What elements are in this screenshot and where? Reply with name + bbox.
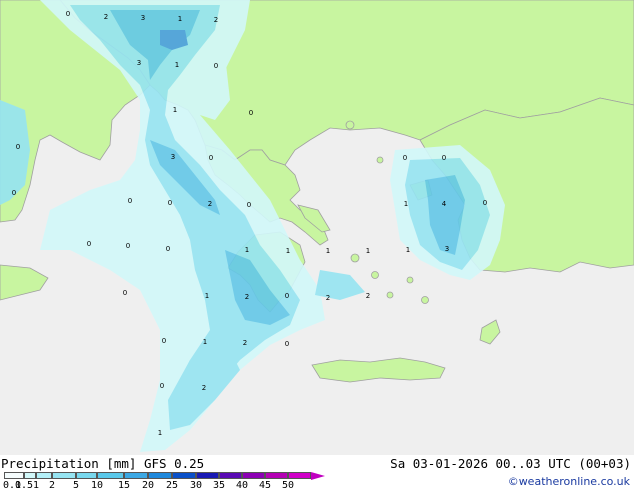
map-label: 4 <box>442 200 447 208</box>
land-island-3 <box>386 291 394 299</box>
map-label: 1 <box>404 200 408 208</box>
map-label: 0 <box>128 197 132 205</box>
land-island-4 <box>406 276 414 284</box>
land-island-5 <box>421 296 429 304</box>
map-label: 2 <box>214 16 218 24</box>
map-label: 0 <box>162 337 166 345</box>
map-label: 3 <box>141 14 145 22</box>
map-label: 0 <box>123 289 127 297</box>
color-scale-swatch <box>148 472 172 479</box>
map-label: 0 <box>16 143 20 151</box>
map-label: 0 <box>209 154 213 162</box>
map-label: 0 <box>168 199 172 207</box>
map-label: 2 <box>104 13 108 21</box>
map-label: 1 <box>406 246 410 254</box>
color-scale-swatch <box>265 472 288 479</box>
map-label: 2 <box>366 292 370 300</box>
color-scale-swatch <box>219 472 242 479</box>
color-scale-swatch <box>76 472 97 479</box>
forecast-datetime: Sa 03-01-2026 00..03 UTC (00+03) <box>390 456 631 471</box>
map-label: 2 <box>326 294 330 302</box>
map-label: 0 <box>214 62 218 70</box>
color-scale-arrow <box>311 471 325 480</box>
map-label: 2 <box>243 339 247 347</box>
map-label: 1 <box>245 246 249 254</box>
map-label: 0 <box>247 201 251 209</box>
map-label: 0 <box>66 10 70 18</box>
map-label: 0 <box>285 340 289 348</box>
color-scale-swatch <box>24 472 36 479</box>
land-island-2 <box>371 271 379 279</box>
color-scale-swatch <box>172 472 196 479</box>
map-label: 1 <box>158 429 162 437</box>
map-label: 0 <box>249 109 253 117</box>
map-label: 2 <box>202 384 206 392</box>
legend-panel: Precipitation [mm] GFS 0.25 Sa 03-01-202… <box>0 455 634 491</box>
color-scale-swatch <box>52 472 76 479</box>
map-label: 2 <box>208 200 212 208</box>
color-scale-swatch <box>124 472 148 479</box>
map-label: 1 <box>178 15 182 23</box>
map-label: 3 <box>137 59 141 67</box>
land-island-7 <box>376 156 384 164</box>
map-label: 1 <box>366 247 370 255</box>
map-label: 1 <box>203 338 207 346</box>
map-label: 2 <box>245 293 249 301</box>
land-island-1 <box>350 253 360 263</box>
map-label: 1 <box>286 247 290 255</box>
color-scale-swatch <box>4 472 24 479</box>
map-canvas: 0 2 3 1 2 3 1 0 1 0 0 3 0 0 0 0 2 0 0 0 … <box>0 0 634 455</box>
land-island-6 <box>345 120 355 130</box>
color-scale-swatch <box>196 472 219 479</box>
color-scale-swatch <box>242 472 265 479</box>
precipitation-map: 0 2 3 1 2 3 1 0 1 0 0 3 0 0 0 0 2 0 0 0 … <box>0 0 634 455</box>
map-label: 1 <box>175 61 179 69</box>
map-label: 1 <box>326 247 330 255</box>
map-label: 0 <box>126 242 130 250</box>
map-label: 1 <box>205 292 209 300</box>
color-scale <box>4 471 325 480</box>
map-label: 0 <box>160 382 164 390</box>
map-label: 0 <box>442 154 446 162</box>
map-label: 1 <box>173 106 177 114</box>
map-label: 3 <box>171 153 175 161</box>
map-label: 0 <box>87 240 91 248</box>
map-label: 0 <box>166 245 170 253</box>
map-label: 0 <box>403 154 407 162</box>
map-label: 3 <box>445 245 449 253</box>
map-label: 0 <box>285 292 289 300</box>
color-scale-swatch <box>36 472 52 479</box>
map-label: 0 <box>483 199 487 207</box>
map-title: Precipitation [mm] GFS 0.25 <box>1 456 205 471</box>
map-label: 0 <box>12 189 16 197</box>
credit-text: ©weatheronline.co.uk <box>507 475 630 488</box>
color-scale-swatch <box>288 472 311 479</box>
color-scale-swatch <box>97 472 124 479</box>
